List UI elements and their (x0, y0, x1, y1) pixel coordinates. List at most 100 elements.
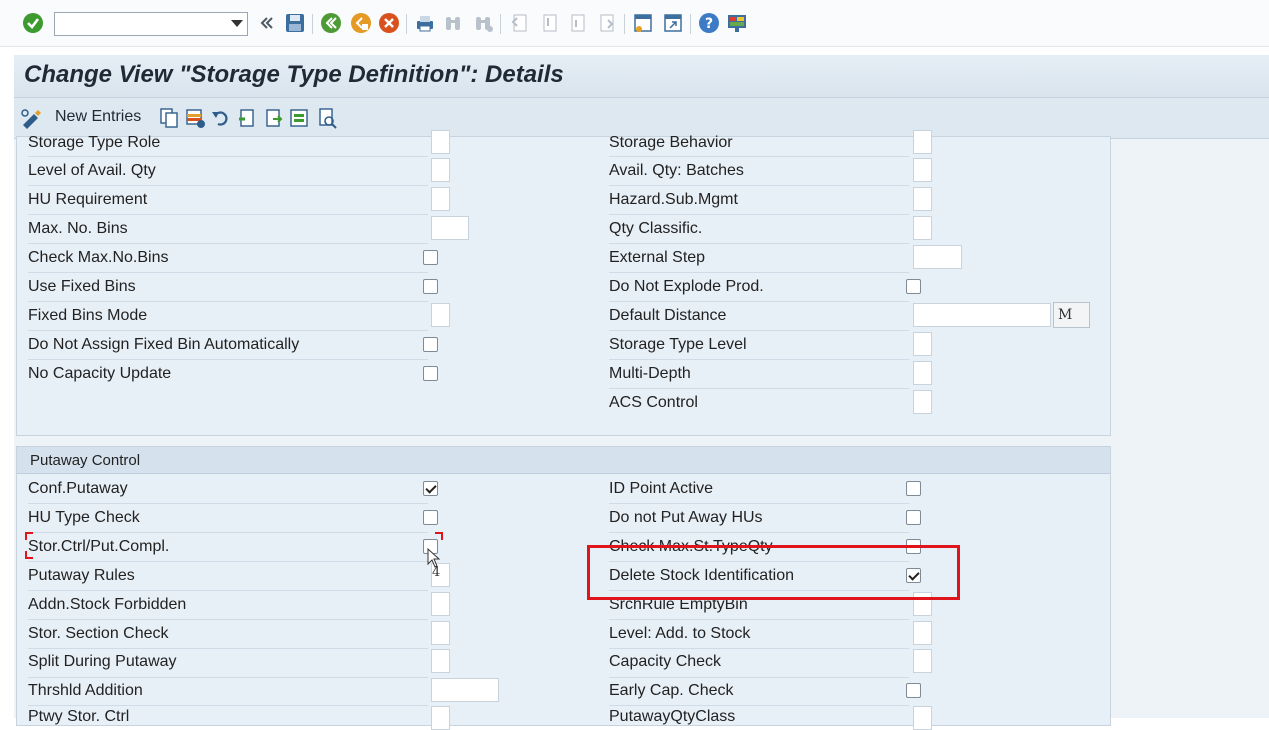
fixed-bins-mode-field[interactable] (431, 303, 450, 327)
print-icon[interactable] (414, 12, 436, 34)
collapse-icon[interactable] (256, 12, 278, 34)
row-underline (28, 619, 428, 620)
row-underline (28, 272, 428, 273)
hu-requirement-field[interactable] (431, 187, 450, 211)
storage-type-level-field[interactable] (913, 332, 932, 356)
cancel-icon[interactable] (378, 12, 400, 34)
label-early-cap-check: Early Cap. Check (609, 682, 734, 699)
row-underline (609, 214, 909, 215)
do-not-explode-prod-checkbox[interactable] (906, 279, 921, 294)
find-icon[interactable] (442, 12, 464, 34)
shortcut-icon[interactable] (662, 12, 684, 34)
ptwy-stor-ctrl-field[interactable] (431, 706, 450, 730)
toolbar-separator (312, 14, 313, 34)
level-add-to-stock-field[interactable] (913, 621, 932, 645)
label-do-not-put-away-hus: Do not Put Away HUs (609, 509, 763, 526)
row-underline (28, 243, 428, 244)
hu-type-check-checkbox[interactable] (423, 510, 438, 525)
storage-behavior-field[interactable] (913, 130, 932, 154)
customize-layout-icon[interactable] (726, 12, 748, 34)
select-all-icon[interactable] (288, 107, 310, 129)
label-multi-depth: Multi-Depth (609, 365, 691, 382)
next-entry-icon[interactable] (262, 107, 284, 129)
acs-control-field[interactable] (913, 390, 932, 414)
label-level-avail-qty: Level of Avail. Qty (28, 162, 156, 179)
previous-page-icon[interactable] (538, 12, 560, 34)
early-cap-check-checkbox[interactable] (906, 683, 921, 698)
undo-change-icon[interactable] (210, 107, 232, 129)
conf-putaway-checkbox[interactable] (423, 481, 438, 496)
help-icon[interactable]: ? (698, 12, 720, 34)
max-no-bins-field[interactable] (431, 216, 469, 240)
exit-icon[interactable] (350, 12, 372, 34)
qty-classific-field[interactable] (913, 216, 932, 240)
stor-section-check-field[interactable] (431, 621, 450, 645)
row-underline (28, 503, 428, 504)
back-icon[interactable] (320, 12, 342, 34)
multi-depth-field[interactable] (913, 361, 932, 385)
external-step-field[interactable] (913, 245, 962, 269)
enter-icon[interactable] (22, 12, 44, 34)
label-do-not-assign-fixed-bin: Do Not Assign Fixed Bin Automatically (28, 336, 300, 353)
next-page-icon[interactable] (566, 12, 588, 34)
level-avail-qty-field[interactable] (431, 158, 450, 182)
id-point-active-checkbox[interactable] (906, 481, 921, 496)
do-not-put-away-hus-checkbox[interactable] (906, 510, 921, 525)
label-default-distance: Default Distance (609, 307, 727, 324)
avail-qty-batches-field[interactable] (913, 158, 932, 182)
display-change-icon[interactable] (20, 107, 44, 129)
where-used-icon[interactable] (316, 107, 338, 129)
split-during-putaway-field[interactable] (431, 649, 450, 673)
no-capacity-update-checkbox[interactable] (423, 366, 438, 381)
create-session-icon[interactable] (632, 12, 654, 34)
check-max-no-bins-checkbox[interactable] (423, 250, 438, 265)
new-entries-button[interactable]: New Entries (55, 108, 141, 126)
label-ptwy-stor-ctrl: Ptwy Stor. Ctrl (28, 708, 130, 725)
putaway-control-title: Putaway Control (30, 452, 141, 469)
do-not-assign-fixed-bin-checkbox[interactable] (423, 337, 438, 352)
label-check-max-no-bins: Check Max.No.Bins (28, 249, 169, 266)
application-toolbar: New Entries (14, 98, 1269, 139)
copy-as-icon[interactable] (158, 107, 180, 129)
row-underline (609, 243, 909, 244)
row-underline (28, 561, 428, 562)
first-page-icon[interactable] (508, 12, 530, 34)
label-capacity-check: Capacity Check (609, 653, 722, 670)
svg-text:?: ? (705, 16, 713, 32)
row-underline (28, 705, 428, 706)
storage-type-role-field[interactable] (431, 130, 450, 154)
row-underline (609, 648, 909, 649)
label-hazard-sub-mgmt: Hazard.Sub.Mgmt (609, 191, 738, 208)
previous-entry-icon[interactable] (236, 107, 258, 129)
chevron-down-icon[interactable] (231, 20, 243, 27)
row-underline (28, 359, 428, 360)
hazard-sub-mgmt-field[interactable] (913, 187, 932, 211)
command-field[interactable] (54, 12, 248, 36)
row-underline (28, 214, 428, 215)
find-next-icon[interactable] (472, 12, 494, 34)
default-distance-field[interactable] (913, 303, 1051, 327)
delete-icon[interactable] (184, 107, 206, 129)
row-underline (609, 185, 909, 186)
highlight-box (587, 545, 960, 600)
row-underline (609, 677, 909, 678)
command-input[interactable] (57, 14, 231, 36)
putawayqtyclass-field[interactable] (913, 706, 932, 730)
thrshld-addition-field[interactable] (431, 678, 499, 702)
system-toolbar: ? (0, 0, 1269, 47)
save-icon[interactable] (284, 12, 306, 34)
capacity-check-field[interactable] (913, 649, 932, 673)
storage-type-general-group (16, 136, 1111, 436)
label-storage-type-level: Storage Type Level (609, 336, 747, 353)
toolbar-separator (500, 14, 501, 34)
label-external-step: External Step (609, 249, 706, 266)
label-max-no-bins: Max. No. Bins (28, 220, 128, 237)
last-page-icon[interactable] (595, 12, 617, 34)
row-underline (28, 156, 428, 157)
row-underline (28, 677, 428, 678)
use-fixed-bins-checkbox[interactable] (423, 279, 438, 294)
focus-corner (25, 532, 33, 540)
addn-stock-forbidden-field[interactable] (431, 592, 450, 616)
label-no-capacity-update: No Capacity Update (28, 365, 172, 382)
page-title: Change View "Storage Type Definition": D… (24, 61, 564, 88)
